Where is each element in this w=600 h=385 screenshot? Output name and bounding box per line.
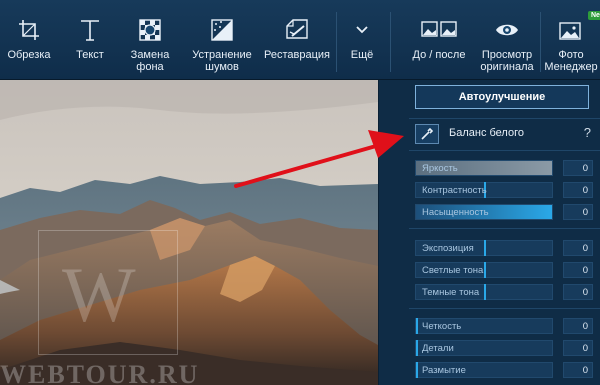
background-replace-icon [139,19,161,41]
slider[interactable]: Светлые тона [415,262,553,278]
denoise-label: Устранение шумов [192,49,252,73]
text-icon [81,20,99,41]
slider-label: Детали [422,343,454,354]
slider-label: Размытие [422,365,466,376]
watermark-text: WEBTOUR.RU [0,360,200,385]
help-icon[interactable]: ? [584,125,591,140]
slider-value-field[interactable]: 0 [563,284,593,300]
slider-label: Темные тона [422,287,480,298]
slider-value-field[interactable]: 0 [563,160,593,176]
background-replace-button[interactable]: Замена фона [120,0,180,80]
toolbar-divider [390,12,391,72]
slider-value-field[interactable]: 0 [563,318,593,334]
slider-value-field[interactable]: 0 [563,262,593,278]
panel-divider [409,118,600,119]
slider-value-field[interactable]: 0 [563,362,593,378]
crop-button[interactable]: Обрезка [0,0,58,80]
view-original-label: Просмотр оригинала [480,49,534,73]
before-after-button[interactable]: До / после [404,0,474,80]
slider[interactable]: Контрастность [415,182,553,198]
restore-icon [286,19,308,39]
slider[interactable]: Темные тона [415,284,553,300]
denoise-icon [211,19,233,41]
more-button[interactable]: Ещё [340,0,384,80]
photo-manager-label: Фото Менеджер [544,49,598,73]
slider-label: Четкость [422,321,462,332]
slider-label: Светлые тона [422,265,484,276]
new-badge: New [588,11,600,20]
slider-label: Контрастность [422,185,487,196]
slider[interactable]: Насыщенность [415,204,553,220]
toolbar-divider [336,12,337,72]
slider[interactable]: Экспозиция [415,240,553,256]
toolbar-divider [540,12,541,72]
panel-divider [409,150,600,151]
view-original-button[interactable]: Просмотр оригинала [474,0,540,80]
text-label: Текст [76,49,104,61]
slider-value-field[interactable]: 0 [563,204,593,220]
panel-divider [409,228,600,229]
photo-manager-icon [559,22,581,40]
chevron-down-icon [356,26,368,34]
slider[interactable]: Яркость [415,160,553,176]
more-label: Ещё [350,49,374,61]
eyedropper-icon [421,127,434,140]
slider-label: Яркость [422,163,458,174]
denoise-button[interactable]: Устранение шумов [184,0,260,80]
white-balance-row: Баланс белого ? [415,122,595,146]
text-button[interactable]: Текст [62,0,118,80]
slider-thumb[interactable] [484,262,486,278]
background-replace-label: Замена фона [130,49,170,73]
white-balance-label: Баланс белого [449,127,524,139]
slider-value-field[interactable]: 0 [563,182,593,198]
slider[interactable]: Четкость [415,318,553,334]
slider-thumb[interactable] [484,240,486,256]
slider-thumb[interactable] [484,284,486,300]
panel-divider [409,308,600,309]
auto-enhance-button[interactable]: Автоулучшение [415,85,589,109]
slider[interactable]: Размытие [415,362,553,378]
slider-value-field[interactable]: 0 [563,340,593,356]
toolbar: Обрезка Текст Замена фона Устранение шум… [0,0,600,80]
slider[interactable]: Детали [415,340,553,356]
watermark-mark: W [62,251,136,338]
before-after-label: До / после [412,49,466,61]
before-after-icon [421,21,457,37]
photo-canvas[interactable]: W WEBTOUR.RU [0,80,378,385]
restore-button[interactable]: Реставрация [260,0,334,80]
slider-label: Насыщенность [422,207,489,218]
crop-icon [19,20,39,40]
slider-thumb[interactable] [416,362,418,378]
crop-label: Обрезка [7,49,51,61]
eye-icon [496,24,518,36]
slider-label: Экспозиция [422,243,474,254]
photo-manager-button[interactable]: New Фото Менеджер [542,0,600,80]
slider-thumb[interactable] [416,318,418,334]
adjustments-panel: Автоулучшение Баланс белого ? Яркость 0 Ко… [378,80,600,385]
slider-value-field[interactable]: 0 [563,240,593,256]
slider-thumb[interactable] [416,340,418,356]
white-balance-picker-button[interactable] [415,124,439,144]
restore-label: Реставрация [264,49,330,61]
